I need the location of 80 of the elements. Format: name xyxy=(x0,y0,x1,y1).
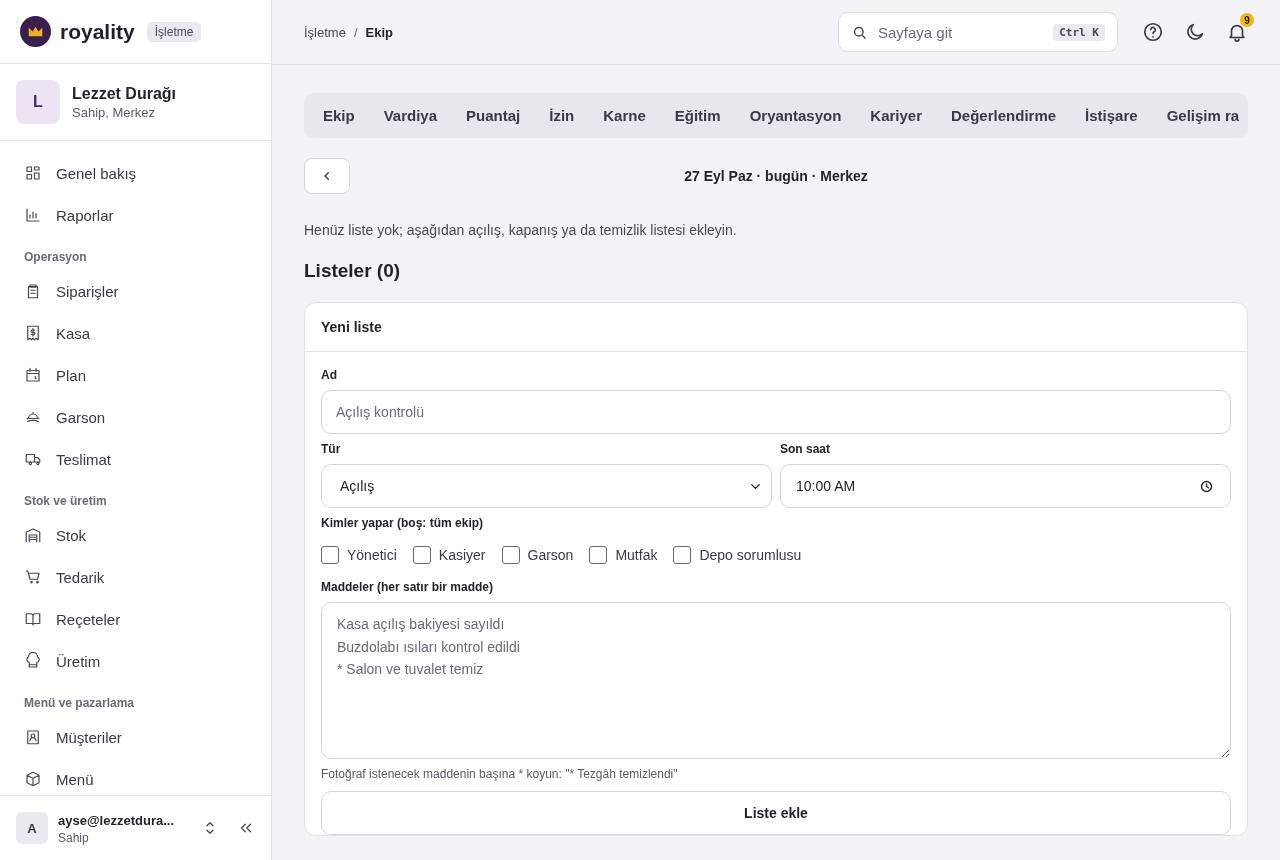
field-label: Son saat xyxy=(780,442,831,456)
tab[interactable]: Oryantasyon xyxy=(734,97,856,134)
tab[interactable]: Puantaj xyxy=(451,97,535,134)
sidebar-item[interactable]: Garson xyxy=(8,396,263,438)
tab[interactable]: Ekip xyxy=(308,97,369,134)
tab[interactable]: İstişare xyxy=(1070,97,1152,134)
user-email: ayse@lezzetdura... xyxy=(58,813,174,829)
tab[interactable]: Eğitim xyxy=(659,97,735,134)
account-role: Sahip, Merkez xyxy=(72,104,157,120)
help-icon[interactable] xyxy=(1142,21,1164,43)
checkbox-label: Garson xyxy=(527,547,574,563)
field-label: Maddeler (her satır bir madde) xyxy=(321,580,495,594)
sidebar-item[interactable]: Genel bakış xyxy=(8,152,263,194)
tab[interactable]: Değerlendirme xyxy=(936,97,1071,134)
checkbox-label: Mutfak xyxy=(615,547,658,563)
name-input[interactable]: Açılış kontrolü xyxy=(321,390,1231,434)
contact-icon xyxy=(24,728,42,746)
checkbox-label: Kasiyer xyxy=(438,547,486,563)
checkbox[interactable] xyxy=(673,546,692,564)
box-icon xyxy=(24,770,42,788)
sidebar-item[interactable]: Siparişler xyxy=(8,270,263,312)
account-name: Lezzet Durağı xyxy=(72,84,176,103)
breadcrumb-separator: / xyxy=(353,24,358,40)
checkbox[interactable] xyxy=(589,546,608,564)
sidebar-item[interactable]: Kasa xyxy=(8,312,263,354)
shortcut-key: Ctrl K xyxy=(1053,23,1105,41)
nav-group-title: Stok ve üretim xyxy=(23,493,108,510)
checkbox[interactable] xyxy=(412,546,431,564)
book-icon xyxy=(24,610,42,628)
sidebar-item[interactable]: Menü xyxy=(8,758,263,795)
brand-badge: İşletme xyxy=(146,21,202,42)
empty-message: Henüz liste yok; aşağıdan açılış, kapanış ya da temizlik listesi ekleyin. xyxy=(304,222,738,238)
notification-badge: 9 xyxy=(1240,13,1254,27)
sidebar-item[interactable]: Reçeteler xyxy=(8,598,263,640)
breadcrumb-link[interactable]: İşletme xyxy=(304,24,346,40)
hint-text: Fotoğraf istenecek maddenin başına * koyun: "* Tezgâh temizlendi" xyxy=(321,767,679,781)
chef-icon xyxy=(24,652,42,670)
sidebar-item[interactable]: Üretim xyxy=(8,640,263,682)
sidebar-item[interactable]: Teslimat xyxy=(8,438,263,480)
search-field[interactable]: Sayfaya git Ctrl K xyxy=(838,12,1118,52)
brand-name: royality xyxy=(60,19,135,44)
time-input[interactable]: 10:00 AM xyxy=(780,464,1231,508)
receipt-icon xyxy=(24,324,42,342)
account-avatar: L xyxy=(16,80,60,124)
user-avatar: A xyxy=(16,812,48,844)
nav-group-title: Menü ve pazarlama xyxy=(23,695,136,712)
nav-group-title: Operasyon xyxy=(23,249,88,266)
add-list-button[interactable]: Liste ekle xyxy=(321,791,1231,835)
type-dropdown[interactable]: Açılış xyxy=(321,464,772,508)
tab[interactable]: Kariyer xyxy=(855,97,937,134)
section-heading: Listeler (0) xyxy=(304,260,402,282)
sidebar-item[interactable]: Müşteriler xyxy=(8,716,263,758)
breadcrumb-current: Ekip xyxy=(365,24,393,40)
tab[interactable]: Gelişim ra xyxy=(1151,97,1240,134)
crown-logo-icon xyxy=(20,16,51,47)
chart-icon xyxy=(24,206,42,224)
user-role: Sahip xyxy=(58,831,90,845)
warehouse-icon xyxy=(24,526,42,544)
checkbox-label: Yönetici xyxy=(347,547,397,563)
tab[interactable]: Karne xyxy=(588,97,660,134)
checkbox[interactable] xyxy=(501,546,520,564)
field-label: Ad xyxy=(321,368,338,382)
sidebar-item[interactable]: Plan xyxy=(8,354,263,396)
tab[interactable]: Vardiya xyxy=(368,97,452,134)
field-label: Kimler yapar (boş: tüm ekip) xyxy=(321,516,485,530)
field-label: Tür xyxy=(321,442,342,456)
items-textarea[interactable]: Kasa açılış bakiyesi sayıldı Buzdolabı ısıları kontrol edildi * Salon ve tuvalet temiz xyxy=(321,602,1231,759)
calendar-icon xyxy=(24,366,42,384)
checkbox[interactable] xyxy=(321,546,339,564)
sidebar-item[interactable]: Stok xyxy=(8,514,263,556)
cart-icon xyxy=(24,568,42,586)
clock-icon xyxy=(1199,478,1214,494)
sidebar-item[interactable]: Raporlar xyxy=(8,194,263,236)
checkbox-label: Depo sorumlusu xyxy=(699,547,802,563)
sidebar-item[interactable]: Tedarik xyxy=(8,556,263,598)
card-title: Yeni liste xyxy=(305,303,1247,352)
grid-icon xyxy=(24,164,42,182)
date-title: 27 Eyl Paz · bugün · Merkez xyxy=(683,168,869,184)
moon-icon[interactable] xyxy=(1184,21,1206,43)
tab[interactable]: İzin xyxy=(534,97,589,134)
